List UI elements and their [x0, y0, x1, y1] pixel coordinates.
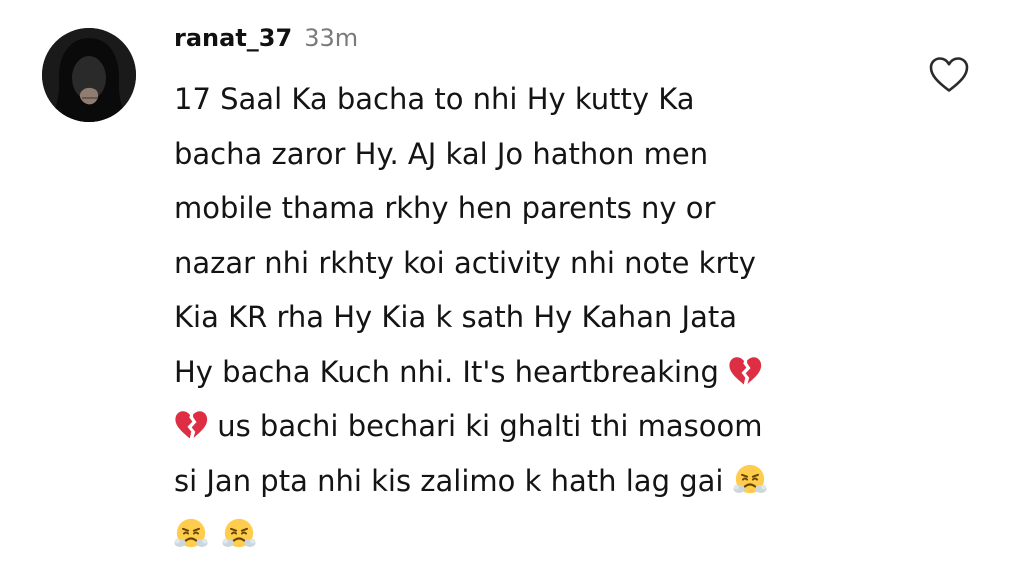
comment-line — [174, 508, 894, 563]
timestamp: 33m — [304, 24, 359, 52]
comment-line: Kia KR rha Hy Kia k sath Hy Kahan Jata — [174, 300, 738, 334]
broken-heart-emoji-icon — [728, 354, 762, 388]
hooded-figure-avatar-icon — [42, 28, 136, 122]
comment-line: us bachi bechari ki ghalti thi masoom — [174, 399, 894, 454]
comment-text: 17 Saal Ka bacha to nhi Hy kutty Ka bach… — [174, 72, 894, 563]
comment-line: bacha zaror Hy. AJ kal Jo hathon men — [174, 136, 709, 171]
comment-line: nazar nhi rkhty koi activity nhi note kr… — [174, 245, 756, 280]
broken-heart-emoji-icon — [174, 408, 208, 442]
comment-line: si Jan pta nhi kis zalimo k hath lag gai — [174, 454, 894, 509]
steam-from-nose-emoji-icon — [222, 517, 256, 551]
avatar[interactable] — [42, 28, 136, 122]
steam-from-nose-emoji-icon — [174, 517, 208, 551]
comment-line: mobile thama rkhy hen parents ny or — [174, 191, 716, 225]
heart-outline-icon — [929, 57, 969, 92]
comment-line: Hy bacha Kuch nhi. It's heartbreaking — [174, 345, 894, 400]
comment-header: ranat_37 33m — [174, 24, 358, 58]
comment-line: 17 Saal Ka bacha to nhi Hy kutty Ka — [174, 82, 695, 116]
like-button[interactable] — [928, 55, 970, 95]
username[interactable]: ranat_37 — [174, 24, 292, 52]
